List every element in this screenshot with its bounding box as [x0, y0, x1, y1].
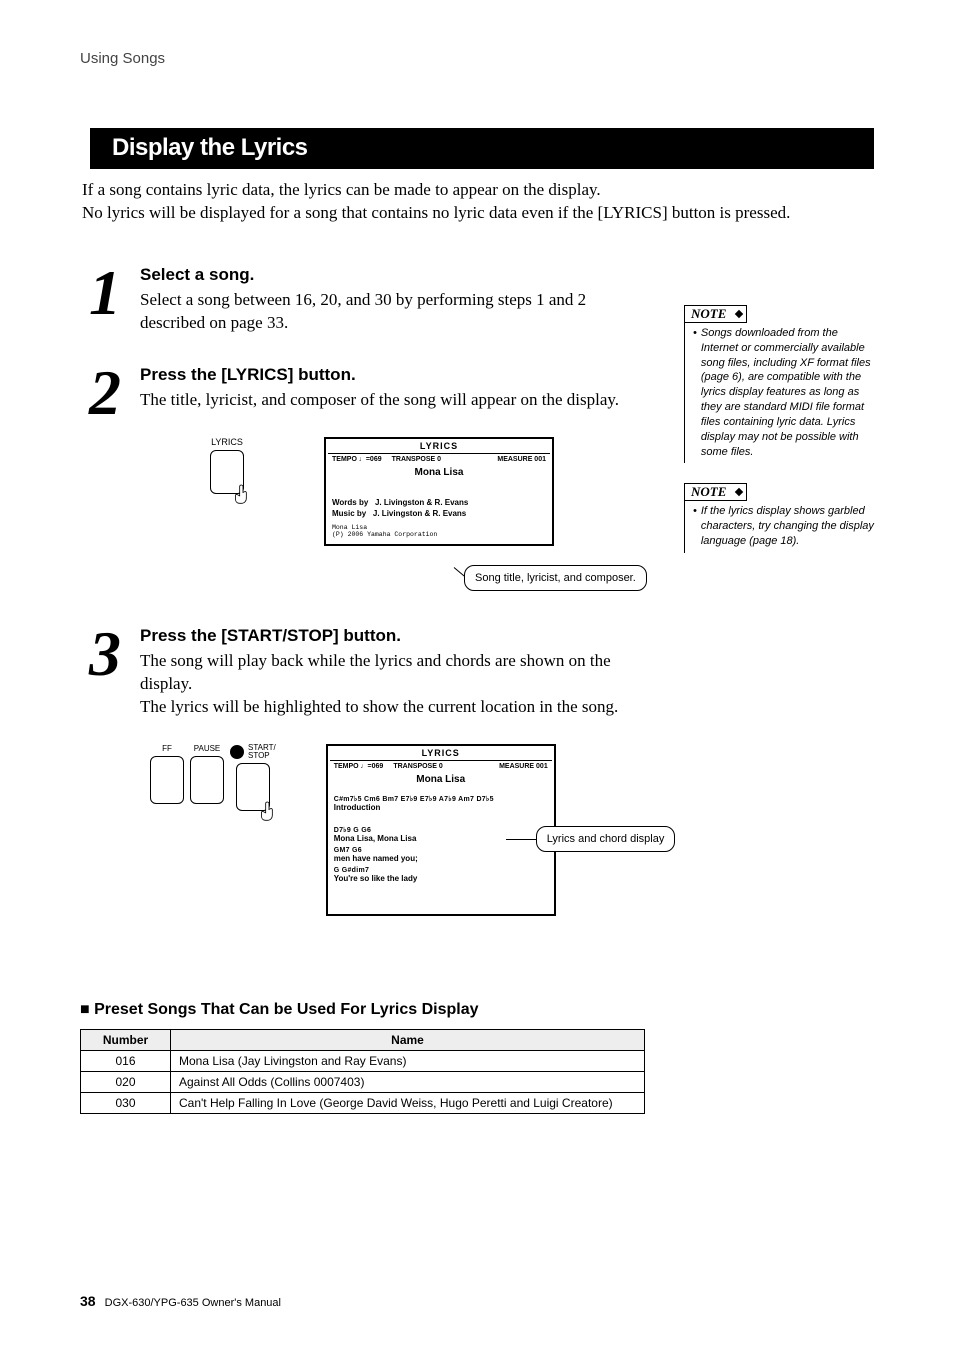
preset-heading: Preset Songs That Can be Used For Lyrics… — [80, 1001, 874, 1019]
th-number: Number — [81, 1029, 171, 1050]
lcd-song-title: Mona Lisa — [334, 774, 548, 785]
lcd-fine-line: Mona Lisa — [332, 524, 546, 531]
cell-number: 030 — [81, 1092, 171, 1113]
lcd-lyric: men have named you; — [334, 854, 548, 863]
step-number: 2 — [80, 365, 130, 556]
th-name: Name — [171, 1029, 645, 1050]
cell-number: 016 — [81, 1050, 171, 1071]
start-stop-button — [236, 763, 270, 811]
step-text: The lyrics will be highlighted to show t… — [140, 696, 654, 719]
lcd-chords: G G#dim7 — [334, 867, 548, 874]
step-title: Press the [LYRICS] button. — [140, 365, 654, 385]
lcd-lyric: Introduction — [334, 803, 548, 812]
lcd-fine-line: (P) 2006 Yamaha Corporation — [332, 531, 546, 538]
step-title: Select a song. — [140, 265, 654, 285]
lcd-header: LYRICS — [330, 748, 552, 761]
lcd-screen-2: LYRICS TEMPO ♩=069 TRANSPOSE 0 MEASURE 0… — [326, 744, 556, 916]
step-3: 3 Press the [START/STOP] button. The son… — [80, 626, 654, 926]
step-text: The song will play back while the lyrics… — [140, 650, 654, 696]
music-by: J. Livingston & R. Evans — [373, 509, 466, 518]
intro-line: No lyrics will be displayed for a song t… — [82, 202, 874, 225]
lcd-header: LYRICS — [328, 441, 550, 454]
lcd-measure: MEASURE 001 — [499, 763, 548, 770]
note-2: NOTE If the lyrics display shows garbled… — [684, 483, 874, 553]
ff-label: FF — [150, 744, 184, 753]
pause-button — [190, 756, 224, 804]
music-by-label: Music by — [332, 509, 366, 518]
intro-text: If a song contains lyric data, the lyric… — [82, 179, 874, 225]
lcd-transpose: TRANSPOSE 0 — [393, 763, 442, 770]
note-text: If the lyrics display shows garbled char… — [701, 504, 874, 549]
page-footer: 38 DGX-630/YPG-635 Owner's Manual — [80, 1293, 281, 1309]
section-title-bar: Display the Lyrics — [90, 128, 874, 169]
lyrics-panel-button: LYRICS — [210, 437, 244, 546]
step-text: Select a song between 16, 20, and 30 by … — [140, 289, 654, 335]
lcd-song-title: Mona Lisa — [332, 467, 546, 478]
cell-name: Can't Help Falling In Love (George David… — [171, 1092, 645, 1113]
note-label: NOTE — [684, 483, 747, 501]
step-number: 1 — [80, 265, 130, 335]
step-1: 1 Select a song. Select a song between 1… — [80, 265, 654, 335]
lcd-transpose: TRANSPOSE 0 — [392, 456, 441, 463]
pause-label: PAUSE — [190, 744, 224, 753]
button-shape — [210, 450, 244, 494]
callout-1: Song title, lyricist, and composer. — [464, 565, 647, 591]
playback-panel-cluster: FF PAUSE START/ STOP — [150, 744, 276, 916]
table-row: 030 Can't Help Falling In Love (George D… — [81, 1092, 645, 1113]
step-title: Press the [START/STOP] button. — [140, 626, 654, 646]
lcd-measure: MEASURE 001 — [497, 456, 546, 463]
table-row: 016 Mona Lisa (Jay Livingston and Ray Ev… — [81, 1050, 645, 1071]
ff-button — [150, 756, 184, 804]
callout-2: Lyrics and chord display — [536, 826, 676, 852]
hand-press-icon — [259, 800, 279, 824]
page-number: 38 — [80, 1293, 96, 1309]
rec-indicator-icon — [230, 745, 244, 759]
start-stop-label: START/ STOP — [248, 744, 276, 760]
step-2: 2 Press the [LYRICS] button. The title, … — [80, 365, 654, 556]
panel-label: LYRICS — [210, 437, 244, 447]
running-head: Using Songs — [80, 50, 874, 73]
words-by: J. Livingston & R. Evans — [375, 498, 468, 507]
preset-songs-table: Number Name 016 Mona Lisa (Jay Livingsto… — [80, 1029, 645, 1114]
words-by-label: Words by — [332, 498, 368, 507]
cell-number: 020 — [81, 1071, 171, 1092]
lcd-tempo: TEMPO ♩=069 — [334, 763, 384, 770]
note-1: NOTE Songs downloaded from the Internet … — [684, 305, 874, 464]
note-text: Songs downloaded from the Internet or co… — [701, 326, 874, 460]
lcd-screen-1: LYRICS TEMPO ♩=069 TRANSPOSE 0 MEASURE 0… — [324, 437, 554, 546]
cell-name: Mona Lisa (Jay Livingston and Ray Evans) — [171, 1050, 645, 1071]
manual-title: DGX-630/YPG-635 Owner's Manual — [105, 1297, 281, 1309]
step-number: 3 — [80, 626, 130, 926]
lcd-chords: C#m7♭5 Cm6 Bm7 E7♭9 E7♭9 A7♭9 Am7 D7♭5 — [334, 795, 548, 803]
intro-line: If a song contains lyric data, the lyric… — [82, 179, 874, 202]
note-label: NOTE — [684, 305, 747, 323]
cell-name: Against All Odds (Collins 0007403) — [171, 1071, 645, 1092]
hand-press-icon — [233, 483, 253, 507]
lcd-tempo: TEMPO ♩=069 — [332, 456, 382, 463]
table-row: 020 Against All Odds (Collins 0007403) — [81, 1071, 645, 1092]
step-text: The title, lyricist, and composer of the… — [140, 389, 654, 412]
lcd-chords: GM7 G6 — [334, 847, 548, 854]
lcd-lyric: You're so like the lady — [334, 874, 548, 883]
lcd-chords: D7♭9 G G6 — [334, 826, 548, 834]
